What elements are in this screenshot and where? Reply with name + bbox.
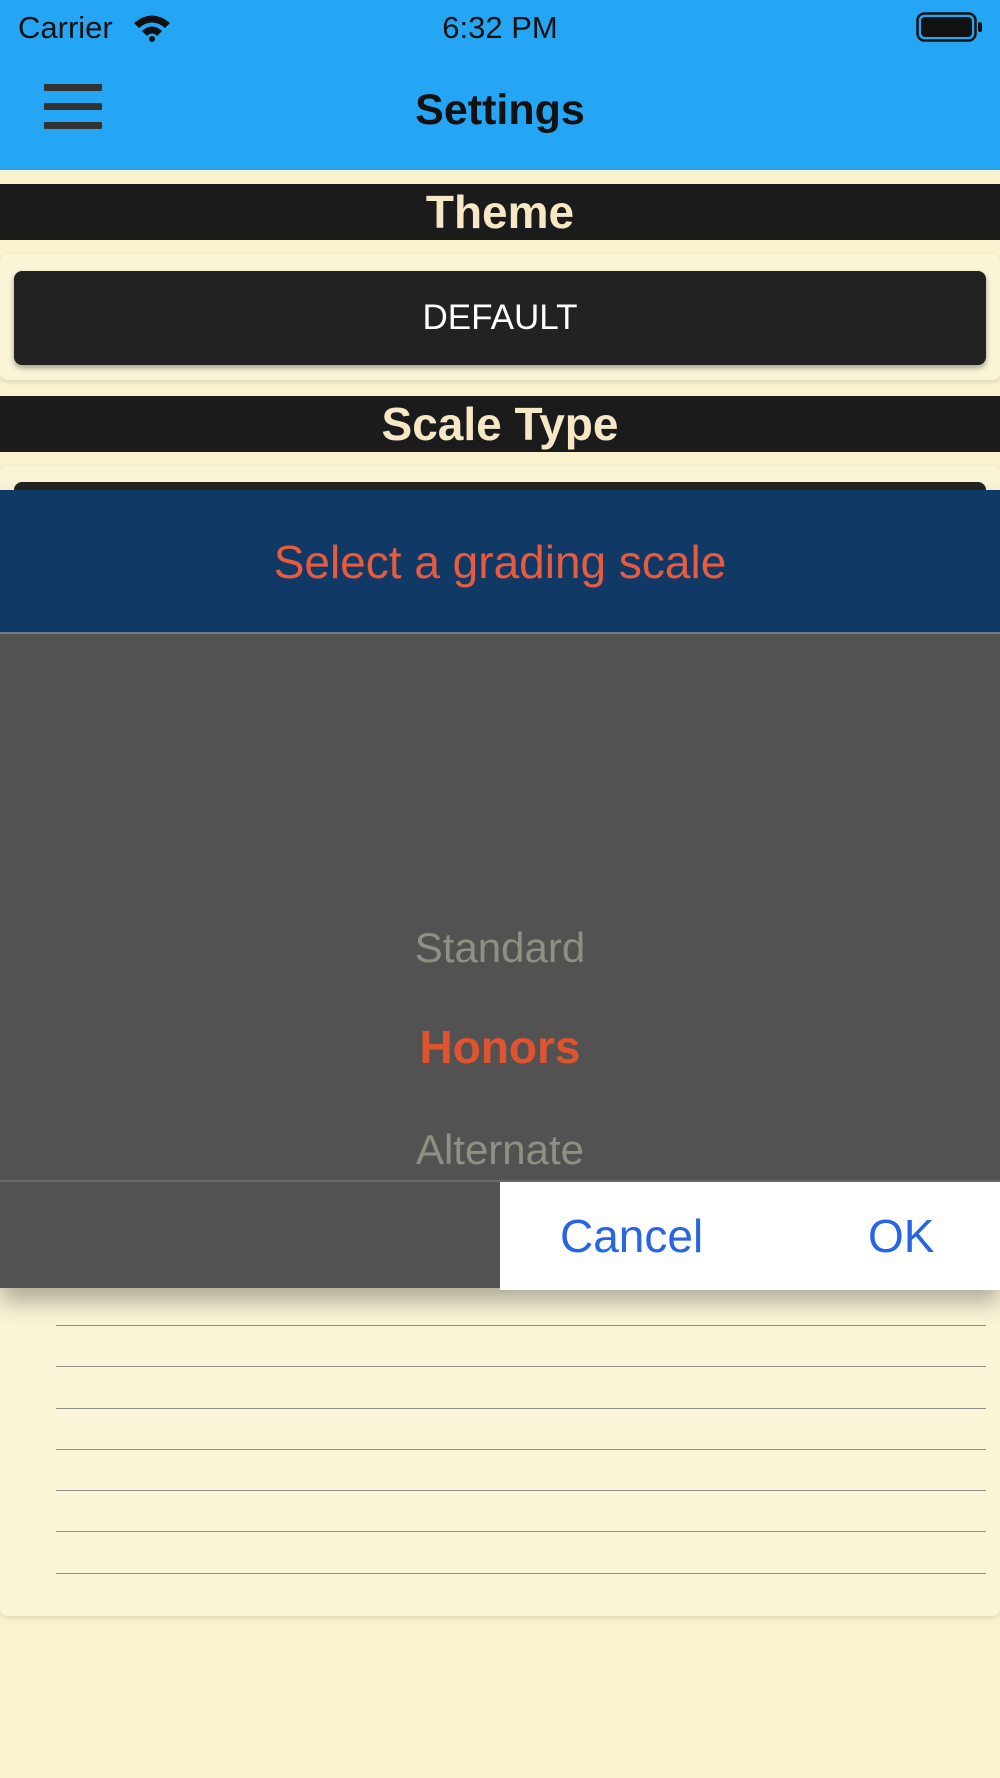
grading-scale-picker[interactable]: Standard Honors Alternate — [0, 634, 1000, 1180]
scale-table-rows — [56, 1325, 986, 1614]
table-row — [56, 1572, 986, 1614]
ok-button[interactable]: OK — [868, 1182, 934, 1290]
theme-select-button[interactable]: DEFAULT — [14, 271, 986, 365]
table-row — [56, 1325, 986, 1366]
table-row — [56, 1448, 986, 1490]
table-row — [56, 1490, 986, 1531]
table-row — [56, 1407, 986, 1449]
clock-time: 6:32 PM — [442, 10, 558, 45]
battery-full-icon — [916, 12, 984, 47]
table-row — [56, 1366, 986, 1407]
dialog-button-bar: Cancel OK — [0, 1180, 1000, 1290]
grading-scale-dialog: Select a grading scale Standard Honors A… — [0, 490, 1000, 1290]
page-title: Settings — [415, 86, 585, 134]
status-bar: Carrier 6:32 PM — [0, 0, 1000, 56]
dialog-button-panel: Cancel OK — [500, 1182, 1000, 1290]
picker-option-alternate[interactable]: Alternate — [0, 1126, 1000, 1174]
dialog-title: Select a grading scale — [0, 490, 1000, 634]
picker-option-standard[interactable]: Standard — [0, 924, 1000, 972]
picker-option-honors-selected[interactable]: Honors — [0, 1020, 1000, 1074]
navigation-bar: Settings — [0, 56, 1000, 170]
table-row — [56, 1531, 986, 1572]
theme-section-header: Theme — [0, 184, 1000, 240]
cancel-button[interactable]: Cancel — [560, 1182, 703, 1290]
scale-type-section-header: Scale Type — [0, 396, 1000, 452]
